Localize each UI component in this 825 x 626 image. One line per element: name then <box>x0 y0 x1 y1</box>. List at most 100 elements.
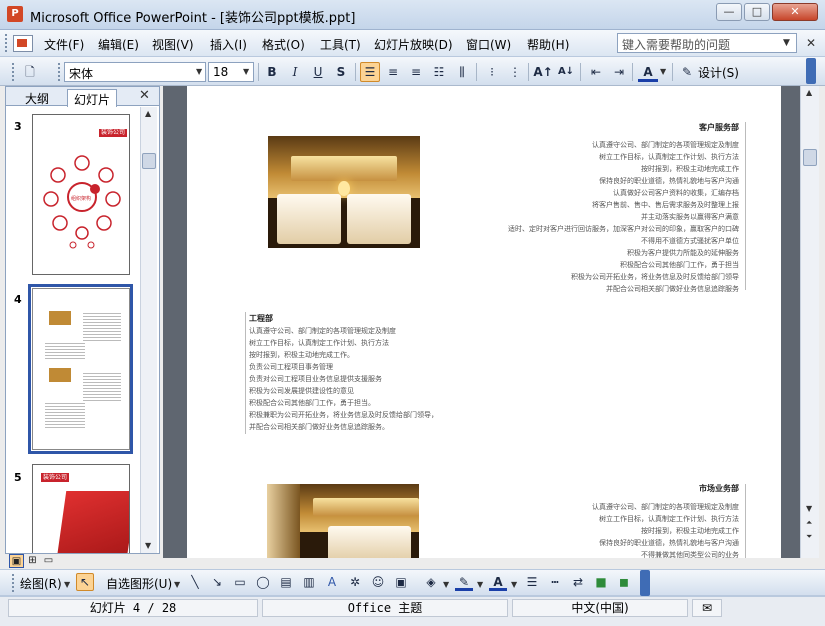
document-icon[interactable] <box>13 35 33 52</box>
scroll-down-icon[interactable]: ▼ <box>806 504 812 513</box>
increase-font-icon[interactable]: A↑ <box>533 62 553 82</box>
scroll-down-icon[interactable]: ▼ <box>145 541 151 550</box>
pane-close-icon[interactable]: ✕ <box>139 88 150 103</box>
oval-tool-icon[interactable]: ◯ <box>254 573 272 591</box>
normal-view-icon[interactable]: ▣ <box>9 554 24 568</box>
shadow-button[interactable]: S <box>331 62 351 82</box>
tab-slides[interactable]: 幻灯片 <box>67 89 118 107</box>
slide-thumbnail-4[interactable] <box>32 288 130 450</box>
toolbar-grip[interactable] <box>58 63 61 81</box>
slide-canvas[interactable]: 客户服务部 认真遵守公司、部门制定的各项管理规定及制度 树立工作目标，认真制定工… <box>187 86 781 558</box>
previous-slide-icon[interactable]: ⏶ <box>806 518 812 528</box>
slide-thumbnail-5[interactable]: 装饰公司 <box>32 464 130 553</box>
design-icon[interactable]: ✎ <box>677 62 697 82</box>
italic-button[interactable]: I <box>285 62 305 82</box>
bullets-icon[interactable]: ⋮ <box>505 62 525 82</box>
align-left-button[interactable]: ☰ <box>360 62 380 82</box>
underline-button[interactable]: U <box>308 62 328 82</box>
toolbar-grip[interactable] <box>12 63 15 81</box>
slideshow-view-icon[interactable]: ▭ <box>41 554 56 568</box>
menu-file[interactable]: 文件(F) <box>44 36 84 53</box>
menu-help[interactable]: 帮助(H) <box>527 36 569 53</box>
autoshapes-button[interactable]: 自选图形(U) <box>106 575 172 592</box>
autoshapes-dropdown-icon[interactable]: ▼ <box>174 580 180 589</box>
scroll-up-icon[interactable]: ▲ <box>806 88 812 97</box>
scroll-thumb[interactable] <box>142 153 156 169</box>
textbox-tool-icon[interactable]: ▤ <box>277 573 295 591</box>
slide-thumbnail-3[interactable]: 装饰公司 组织架构 <box>32 114 130 275</box>
menu-grip[interactable] <box>5 34 9 52</box>
font-name-field[interactable]: 宋体 <box>64 62 206 82</box>
menu-tools[interactable]: 工具(T) <box>320 36 361 53</box>
clipart-icon[interactable]: ☺ <box>369 573 387 591</box>
menu-format[interactable]: 格式(O) <box>262 36 305 53</box>
rectangle-tool-icon[interactable]: ▭ <box>231 573 249 591</box>
bold-button[interactable]: B <box>262 62 282 82</box>
menu-view[interactable]: 视图(V) <box>152 36 194 53</box>
font-color-icon[interactable]: A <box>638 62 658 82</box>
menu-insert[interactable]: 插入(I) <box>210 36 247 53</box>
line-color-dropdown-icon[interactable]: ▼ <box>477 580 483 589</box>
scroll-thumb[interactable] <box>803 149 817 166</box>
line-style-icon[interactable]: ☰ <box>523 573 541 591</box>
slide-number: 3 <box>14 120 22 133</box>
picture-icon[interactable]: ▣ <box>392 573 410 591</box>
close-window-button[interactable]: ✕ <box>772 3 818 21</box>
toolbar-options-icon[interactable] <box>640 570 650 596</box>
new-document-icon[interactable]: 🗋 <box>20 62 40 82</box>
scroll-up-icon[interactable]: ▲ <box>145 109 151 118</box>
decrease-font-icon[interactable]: A↓ <box>556 62 576 82</box>
arrow-tool-icon[interactable]: ↘ <box>208 573 226 591</box>
menu-edit[interactable]: 编辑(E) <box>98 36 139 53</box>
3d-style-icon[interactable]: ◼ <box>615 573 633 591</box>
font-dropdown-icon[interactable]: ▼ <box>196 67 202 76</box>
wordart-icon[interactable]: A <box>323 573 341 591</box>
diagram-icon[interactable]: ✲ <box>346 573 364 591</box>
font-size-dropdown-icon[interactable]: ▼ <box>243 67 249 76</box>
section-title-engineering: 工程部 <box>249 314 273 323</box>
font-color-draw-dropdown-icon[interactable]: ▼ <box>511 580 517 589</box>
font-color-draw-icon[interactable]: A <box>489 573 507 591</box>
slide-sorter-icon[interactable]: ⊞ <box>25 554 40 568</box>
increase-indent-icon[interactable]: ⇥ <box>609 62 629 82</box>
editor-scrollbar[interactable]: ▲ ▼ ⏶ ⏷ <box>800 86 819 558</box>
distributed-button[interactable]: ⫼ <box>452 62 472 82</box>
minimize-button[interactable]: — <box>716 3 742 21</box>
thumbnail-scrollbar[interactable]: ▲ ▼ <box>140 107 157 553</box>
hotel-room-photo[interactable] <box>268 136 420 248</box>
powerpoint-app-icon[interactable]: P <box>7 6 23 22</box>
fill-color-icon[interactable]: ◈ <box>422 573 440 591</box>
design-button[interactable]: 设计(S) <box>698 64 739 81</box>
room-interior-photo[interactable] <box>267 484 419 558</box>
help-search-input[interactable]: 键入需要帮助的问题 <box>617 33 797 53</box>
document-close-button[interactable]: ✕ <box>806 36 816 50</box>
spelling-icon[interactable]: ✉ <box>692 599 722 617</box>
line-tool-icon[interactable]: ╲ <box>186 573 204 591</box>
help-dropdown-icon[interactable]: ▼ <box>783 38 790 48</box>
align-center-button[interactable]: ≡ <box>383 62 403 82</box>
decrease-indent-icon[interactable]: ⇤ <box>586 62 606 82</box>
toolbar-grip[interactable] <box>12 574 15 592</box>
vertical-textbox-icon[interactable]: ▥ <box>300 573 318 591</box>
shadow-style-icon[interactable]: ■ <box>592 573 610 591</box>
draw-dropdown-icon[interactable]: ▼ <box>64 580 70 589</box>
menu-slideshow[interactable]: 幻灯片放映(D) <box>374 36 453 53</box>
maximize-button[interactable]: □ <box>744 3 770 21</box>
slide-thumbnail-list: 3 装饰公司 组织架构 4 5 装饰公司 <box>6 107 140 553</box>
font-color-dropdown-icon[interactable]: ▼ <box>660 67 666 76</box>
justify-button[interactable]: ☷ <box>429 62 449 82</box>
fill-dropdown-icon[interactable]: ▼ <box>443 580 449 589</box>
thumb-logo: 装饰公司 <box>41 473 69 482</box>
line-color-icon[interactable]: ✎ <box>455 573 473 591</box>
toolbar-separator <box>258 63 259 81</box>
select-pointer-icon[interactable]: ↖ <box>76 573 94 591</box>
next-slide-icon[interactable]: ⏷ <box>806 532 812 542</box>
menu-window[interactable]: 窗口(W) <box>466 36 511 53</box>
align-right-button[interactable]: ≡ <box>406 62 426 82</box>
toolbar-options-icon[interactable] <box>806 58 816 84</box>
dash-style-icon[interactable]: ┅ <box>546 573 564 591</box>
arrow-style-icon[interactable]: ⇄ <box>569 573 587 591</box>
tab-outline[interactable]: 大纲 <box>19 89 55 107</box>
numbering-icon[interactable]: ⁝ <box>482 62 502 82</box>
draw-menu-button[interactable]: 绘图(R) <box>20 575 62 592</box>
